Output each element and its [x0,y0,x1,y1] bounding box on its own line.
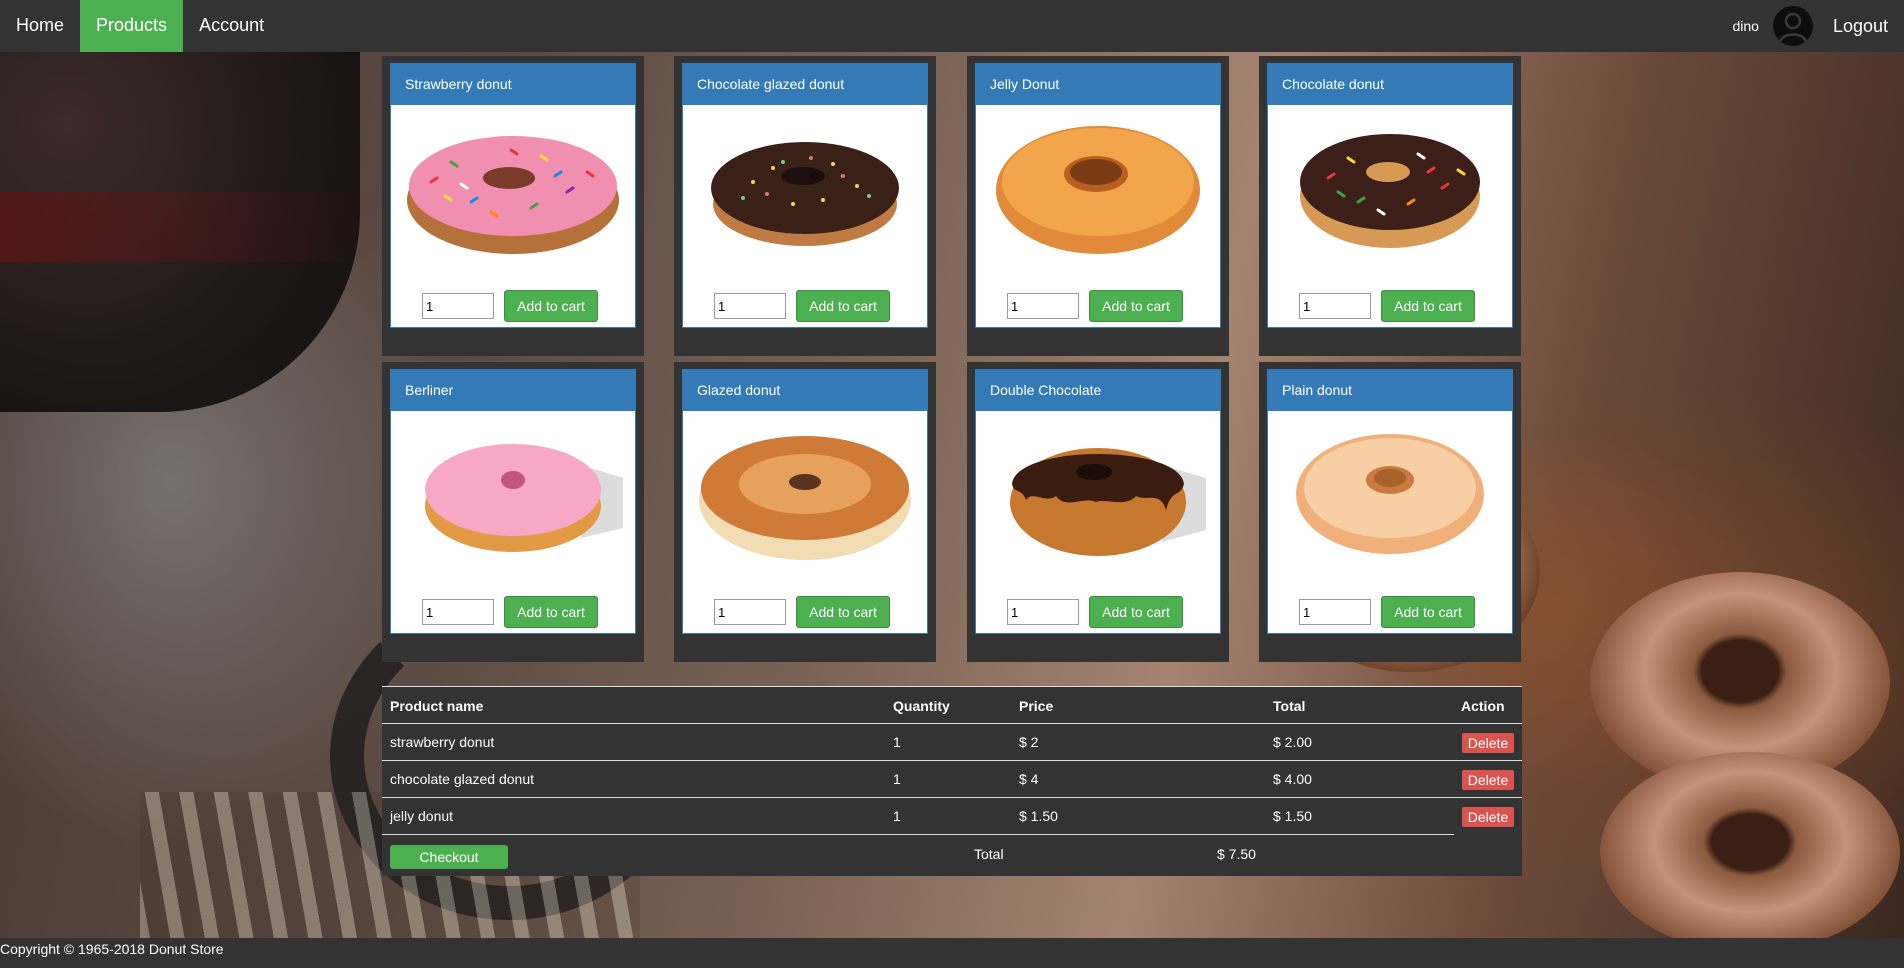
cart-item-name: jelly donut [390,808,454,824]
column-header-quantity: Quantity [893,698,950,714]
product-title: Strawberry donut [391,64,635,105]
product-cell: Berliner Add to cart [382,362,644,662]
cart-total-label: Total [974,846,1004,862]
nav-account[interactable]: Account [183,0,280,52]
nav-user-area: dino Logout [1732,0,1904,52]
add-to-cart-button[interactable]: Add to cart [1381,596,1475,628]
product-card: Double Chocolate Add to cart [975,369,1221,634]
product-cell: Chocolate donut Add to cart [1259,56,1521,356]
product-cell: Plain donut Add to cart [1259,362,1521,662]
plain-donut-image [1268,418,1512,568]
delete-button[interactable]: Delete [1462,807,1514,827]
quantity-input[interactable] [714,293,786,319]
quantity-input[interactable] [422,599,494,625]
quantity-input[interactable] [714,599,786,625]
footer: Copyright © 1965-2018 Donut Store [0,938,1904,968]
product-title: Berliner [391,370,635,411]
nav-products[interactable]: Products [80,0,184,52]
product-cell: Strawberry donut Add t [382,56,644,356]
add-to-cart-button[interactable]: Add to cart [1381,290,1475,322]
product-grid: Strawberry donut Add t [382,56,1522,662]
product-title: Plain donut [1268,370,1512,411]
cart-item-total: $ 1.50 [1273,808,1312,824]
cart-item-quantity: 1 [893,771,901,787]
product-cell: Glazed donut Add to cart [674,362,936,662]
cart-item-price: $ 1.50 [1019,808,1058,824]
product-card: Glazed donut Add to cart [682,369,928,634]
delete-button[interactable]: Delete [1462,770,1514,790]
quantity-input[interactable] [422,293,494,319]
glazed-donut-image [683,418,927,568]
add-to-cart-button[interactable]: Add to cart [796,596,890,628]
cart-item-name: strawberry donut [390,734,495,750]
berliner-image [391,418,635,568]
product-card: Chocolate glazed donut Add to cart [682,63,928,328]
column-header-action: Action [1461,698,1505,714]
strawberry-donut-image [391,112,635,262]
add-to-cart-button[interactable]: Add to cart [1089,596,1183,628]
product-card: Strawberry donut Add t [390,63,636,328]
column-header-price: Price [1019,698,1054,714]
cart-item-quantity: 1 [893,734,901,750]
quantity-input[interactable] [1007,293,1079,319]
add-to-cart-button[interactable]: Add to cart [504,596,598,628]
checkout-button[interactable]: Checkout [390,845,508,869]
product-card: Plain donut Add to cart [1267,369,1513,634]
nav-home[interactable]: Home [0,0,80,52]
cart-item-price: $ 2 [1019,734,1039,750]
product-title: Jelly Donut [976,64,1220,105]
user-avatar-icon[interactable] [1772,6,1813,46]
chocolate-donut-image [1268,112,1512,262]
top-navbar: Home Products Account dino Logout [0,0,1904,52]
product-card: Jelly Donut Add to cart [975,63,1221,328]
product-card: Chocolate donut Add to cart [1267,63,1513,328]
column-header-total: Total [1273,698,1306,714]
add-to-cart-button[interactable]: Add to cart [504,290,598,322]
cart-item-total: $ 4.00 [1273,771,1312,787]
copyright-text: Copyright © 1965-2018 Donut Store [0,941,224,957]
nav-links: Home Products Account [0,0,280,52]
username: dino [1732,18,1759,34]
cart-item-name: chocolate glazed donut [390,771,534,787]
cart-item-total: $ 2.00 [1273,734,1312,750]
product-cell: Double Chocolate Add to cart [967,362,1229,662]
cart-table: Product name Quantity Price Total Action… [382,686,1522,876]
jelly-donut-image [976,112,1220,262]
add-to-cart-button[interactable]: Add to cart [796,290,890,322]
chocolate-glazed-donut-image [683,112,927,262]
product-title: Glazed donut [683,370,927,411]
cart-item-quantity: 1 [893,808,901,824]
quantity-input[interactable] [1299,599,1371,625]
cart-item-price: $ 4 [1019,771,1039,787]
product-title: Double Chocolate [976,370,1220,411]
delete-button[interactable]: Delete [1462,733,1514,753]
logout-link[interactable]: Logout [1833,16,1888,37]
column-header-product-name: Product name [390,698,484,714]
product-cell: Chocolate glazed donut Add to cart [674,56,936,356]
product-card: Berliner Add to cart [390,369,636,634]
product-cell: Jelly Donut Add to cart [967,56,1229,356]
product-title: Chocolate donut [1268,64,1512,105]
quantity-input[interactable] [1007,599,1079,625]
product-title: Chocolate glazed donut [683,64,927,105]
double-chocolate-donut-image [976,418,1220,568]
add-to-cart-button[interactable]: Add to cart [1089,290,1183,322]
quantity-input[interactable] [1299,293,1371,319]
cart-total-value: $ 7.50 [1217,846,1256,862]
